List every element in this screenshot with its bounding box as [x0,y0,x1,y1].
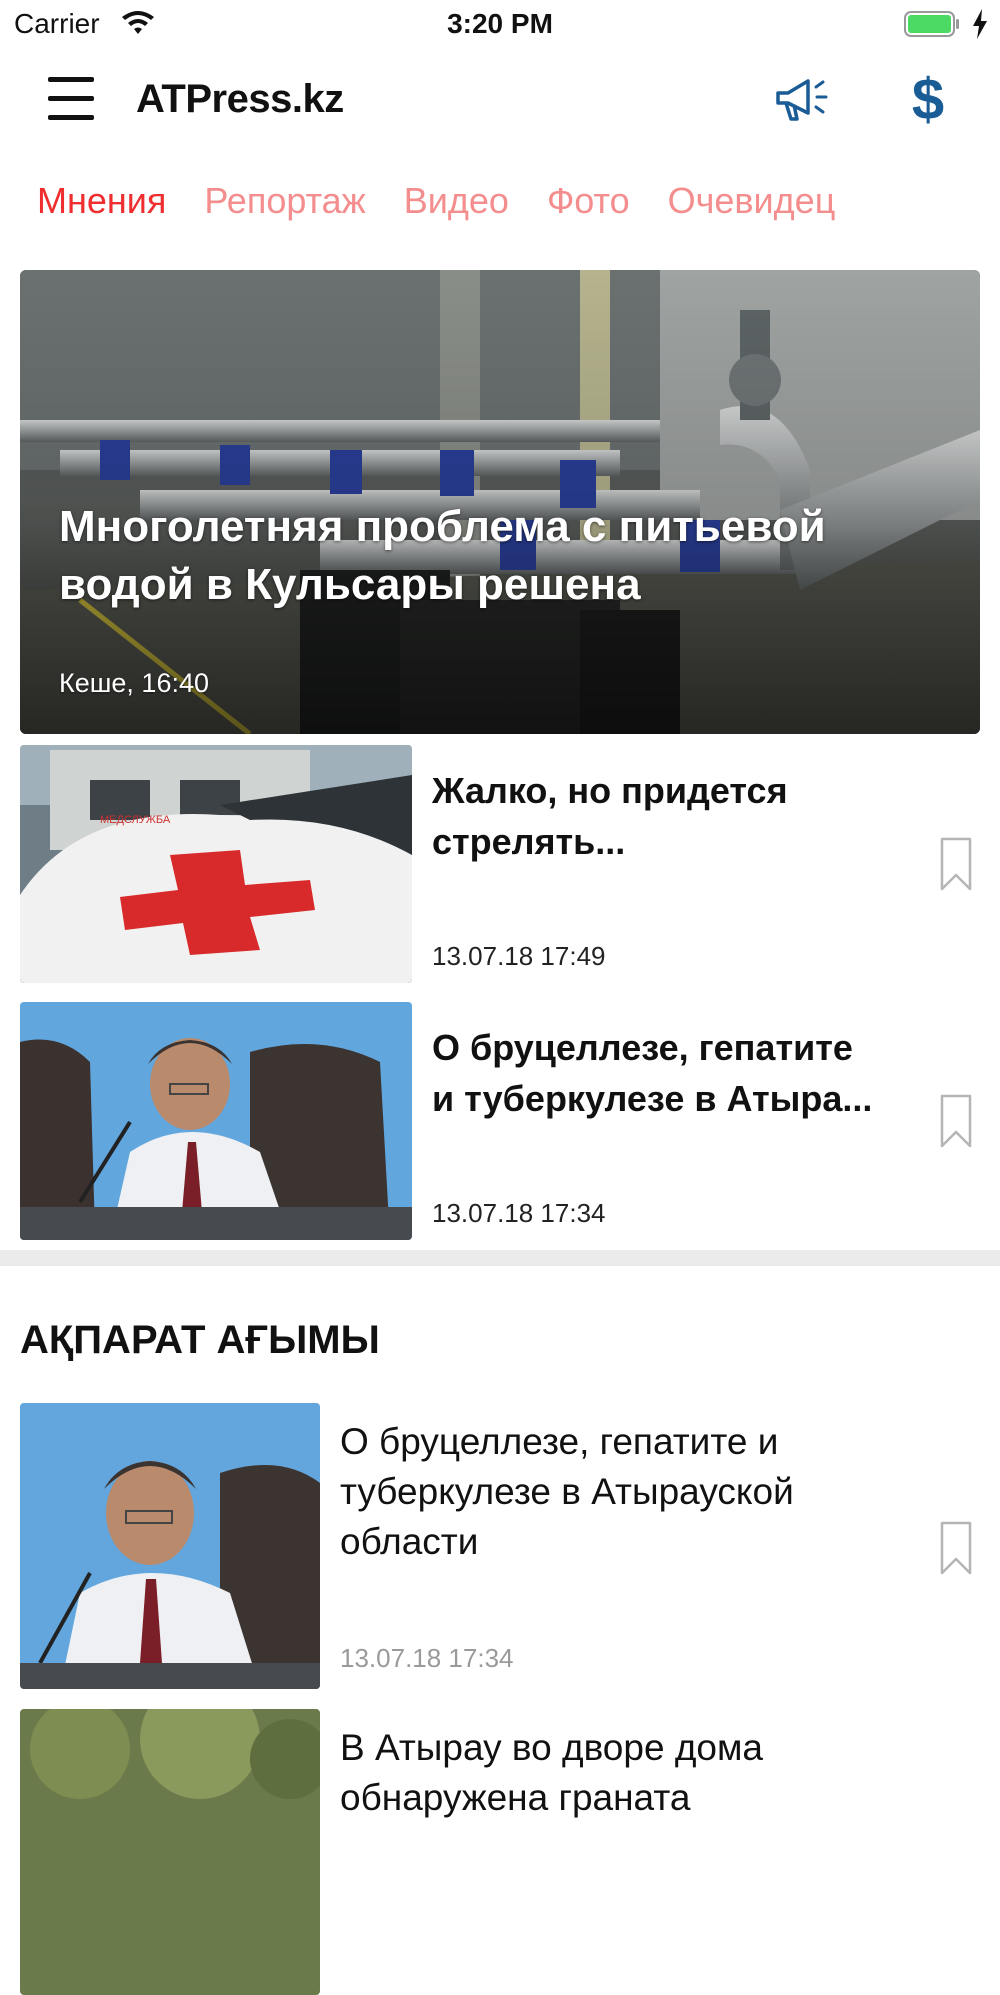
dollar-icon[interactable]: $ [908,67,948,129]
feed-title: В Атырау во дворе дома обнаружена гранат… [340,1727,764,1818]
news-title: Жалко, но придется стрелять... [432,770,788,862]
feed-time: 13.07.18 17:34 [340,1643,514,1673]
news-time: 13.07.18 17:49 [432,941,606,971]
app-title: ATPress.kz [136,77,344,121]
hero-article-card[interactable]: Многолетняя проблема с питьевой водой в … [20,270,980,734]
news-item[interactable]: О бруцеллезе, гепатите и туберкулезе в А… [20,1002,980,1240]
feed-thumbnail [20,1403,320,1689]
charging-icon [973,9,987,39]
news-title: О бруцеллезе, гепатите и туберкулезе в А… [432,1027,873,1119]
news-item[interactable]: МЕДСЛУЖБА Жалко, но придется стрелять...… [20,745,980,983]
battery-icon [904,11,959,37]
news-thumbnail [20,1002,412,1240]
menu-icon[interactable] [48,77,94,121]
feed-title: О бруцеллезе, гепатите и туберкулезе в А… [340,1421,794,1562]
svg-text:МЕДСЛУЖБА: МЕДСЛУЖБА [100,814,171,826]
megaphone-icon[interactable] [774,75,830,125]
news-thumbnail: МЕДСЛУЖБА [20,745,412,983]
section-title: АҚПАРАТ АҒЫМЫ [20,1318,380,1362]
feed-item[interactable]: В Атырау во дворе дома обнаружена гранат… [20,1709,980,1995]
tab-opinions[interactable]: Мнения [37,180,166,230]
status-time: 3:20 PM [447,8,553,39]
tab-photo[interactable]: Фото [547,180,630,230]
bookmark-icon[interactable] [940,1094,972,1148]
bookmark-icon[interactable] [940,837,972,891]
nav-bar: ATPress.kz $ [0,55,1000,150]
tab-eyewitness[interactable]: Очевидец [668,180,836,230]
category-tabs: Мнения Репортаж Видео Фото Очевидец [37,180,873,230]
feed-item[interactable]: О бруцеллезе, гепатите и туберкулезе в А… [20,1403,980,1689]
status-bar: Carrier 3:20 PM [0,0,1000,50]
news-time: 13.07.18 17:34 [432,1198,606,1228]
bookmark-icon[interactable] [940,1521,972,1575]
tab-reportage[interactable]: Репортаж [204,180,365,230]
svg-text:$: $ [912,67,944,129]
hero-title: Многолетняя проблема с питьевой водой в … [59,502,826,609]
hero-time: Кеше, 16:40 [59,668,209,698]
tab-video[interactable]: Видео [404,180,509,230]
section-divider [0,1250,1000,1266]
feed-thumbnail [20,1709,320,1995]
